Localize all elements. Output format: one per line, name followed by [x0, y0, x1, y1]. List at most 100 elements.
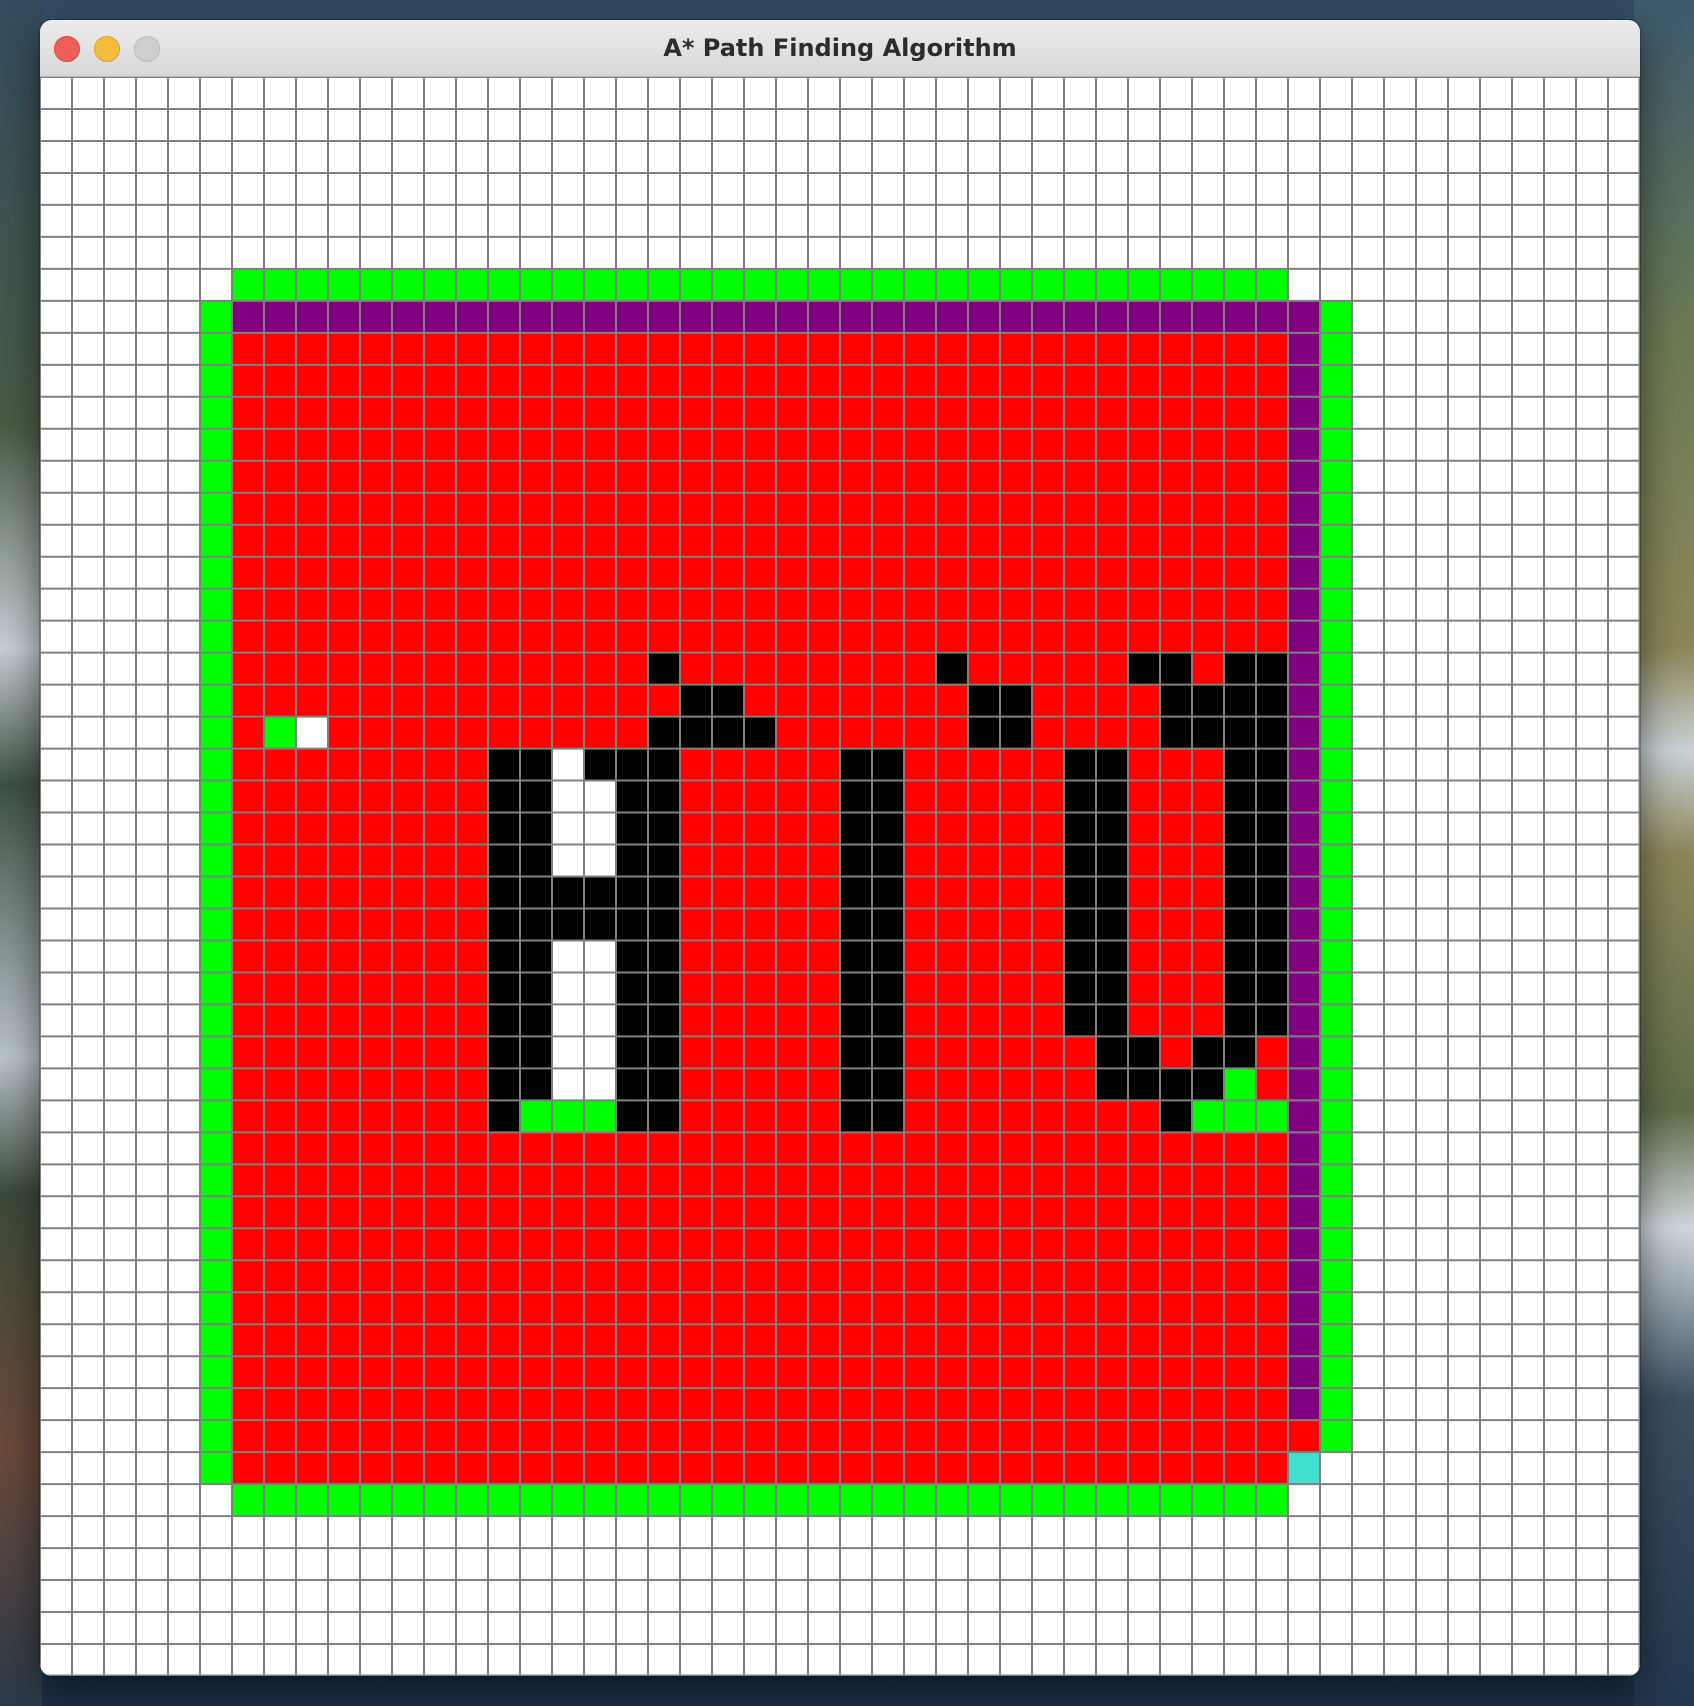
open-cell[interactable] — [1224, 1100, 1257, 1133]
path-cell[interactable] — [392, 300, 425, 334]
closed-cell[interactable] — [424, 812, 457, 846]
closed-cell[interactable] — [1192, 1356, 1225, 1389]
closed-cell[interactable] — [424, 876, 457, 909]
open-cell[interactable] — [360, 268, 393, 302]
barrier-cell[interactable] — [488, 1068, 521, 1101]
closed-cell[interactable] — [840, 460, 873, 494]
closed-cell[interactable] — [904, 556, 937, 590]
closed-cell[interactable] — [456, 1292, 489, 1325]
closed-cell[interactable] — [1224, 1260, 1257, 1293]
open-cell[interactable] — [904, 268, 937, 302]
closed-cell[interactable] — [968, 908, 1001, 941]
path-cell[interactable] — [1288, 428, 1321, 462]
barrier-cell[interactable] — [872, 1004, 905, 1037]
closed-cell[interactable] — [712, 1132, 745, 1165]
closed-cell[interactable] — [1224, 1228, 1257, 1261]
barrier-cell[interactable] — [584, 908, 617, 941]
open-cell[interactable] — [1320, 1196, 1353, 1229]
closed-cell[interactable] — [1128, 1388, 1161, 1421]
closed-cell[interactable] — [424, 1004, 457, 1037]
open-cell[interactable] — [328, 1484, 361, 1517]
closed-cell[interactable] — [264, 428, 297, 462]
closed-cell[interactable] — [968, 1292, 1001, 1325]
closed-cell[interactable] — [616, 396, 649, 430]
closed-cell[interactable] — [1096, 524, 1129, 558]
barrier-cell[interactable] — [616, 908, 649, 941]
closed-cell[interactable] — [456, 332, 489, 366]
closed-cell[interactable] — [1128, 1164, 1161, 1197]
closed-cell[interactable] — [296, 1420, 329, 1453]
closed-cell[interactable] — [904, 1004, 937, 1037]
barrier-cell[interactable] — [840, 876, 873, 909]
closed-cell[interactable] — [744, 844, 777, 877]
closed-cell[interactable] — [232, 1324, 265, 1357]
closed-cell[interactable] — [232, 1292, 265, 1325]
closed-cell[interactable] — [392, 940, 425, 973]
closed-cell[interactable] — [648, 1388, 681, 1421]
closed-cell[interactable] — [712, 1228, 745, 1261]
closed-cell[interactable] — [328, 908, 361, 941]
closed-cell[interactable] — [360, 1356, 393, 1389]
barrier-cell[interactable] — [1256, 748, 1289, 782]
path-cell[interactable] — [808, 300, 841, 334]
closed-cell[interactable] — [872, 1228, 905, 1261]
closed-cell[interactable] — [328, 876, 361, 909]
open-cell[interactable] — [808, 1484, 841, 1517]
path-cell[interactable] — [1128, 300, 1161, 334]
closed-cell[interactable] — [680, 1196, 713, 1229]
closed-cell[interactable] — [744, 1196, 777, 1229]
closed-cell[interactable] — [744, 652, 777, 686]
closed-cell[interactable] — [936, 1420, 969, 1453]
barrier-cell[interactable] — [648, 780, 681, 814]
closed-cell[interactable] — [968, 1004, 1001, 1037]
closed-cell[interactable] — [1192, 1292, 1225, 1325]
closed-cell[interactable] — [840, 1388, 873, 1421]
closed-cell[interactable] — [680, 1260, 713, 1293]
closed-cell[interactable] — [424, 524, 457, 558]
open-cell[interactable] — [200, 940, 233, 973]
closed-cell[interactable] — [1032, 1228, 1065, 1261]
open-cell[interactable] — [840, 1484, 873, 1517]
open-cell[interactable] — [1224, 1068, 1257, 1101]
closed-cell[interactable] — [680, 1068, 713, 1101]
closed-cell[interactable] — [1032, 1004, 1065, 1037]
closed-cell[interactable] — [296, 1068, 329, 1101]
closed-cell[interactable] — [456, 748, 489, 782]
barrier-cell[interactable] — [840, 1100, 873, 1133]
closed-cell[interactable] — [488, 460, 521, 494]
closed-cell[interactable] — [776, 1452, 809, 1485]
closed-cell[interactable] — [904, 812, 937, 846]
closed-cell[interactable] — [296, 1004, 329, 1037]
closed-cell[interactable] — [744, 876, 777, 909]
closed-cell[interactable] — [1224, 556, 1257, 590]
open-cell[interactable] — [1320, 1292, 1353, 1325]
path-cell[interactable] — [1288, 844, 1321, 877]
closed-cell[interactable] — [392, 748, 425, 782]
closed-cell[interactable] — [456, 684, 489, 718]
closed-cell[interactable] — [1000, 1164, 1033, 1197]
closed-cell[interactable] — [232, 396, 265, 430]
closed-cell[interactable] — [552, 460, 585, 494]
path-cell[interactable] — [936, 300, 969, 334]
closed-cell[interactable] — [776, 524, 809, 558]
closed-cell[interactable] — [808, 1164, 841, 1197]
path-cell[interactable] — [1288, 1068, 1321, 1101]
closed-cell[interactable] — [968, 524, 1001, 558]
closed-cell[interactable] — [520, 588, 553, 622]
closed-cell[interactable] — [1160, 940, 1193, 973]
closed-cell[interactable] — [648, 588, 681, 622]
closed-cell[interactable] — [648, 396, 681, 430]
closed-cell[interactable] — [712, 812, 745, 846]
closed-cell[interactable] — [296, 940, 329, 973]
closed-cell[interactable] — [360, 364, 393, 398]
closed-cell[interactable] — [488, 1196, 521, 1229]
closed-cell[interactable] — [808, 1036, 841, 1069]
closed-cell[interactable] — [1000, 1420, 1033, 1453]
closed-cell[interactable] — [1256, 1068, 1289, 1101]
open-cell[interactable] — [648, 268, 681, 302]
closed-cell[interactable] — [360, 684, 393, 718]
closed-cell[interactable] — [1192, 748, 1225, 782]
open-cell[interactable] — [1160, 1484, 1193, 1517]
closed-cell[interactable] — [1192, 588, 1225, 622]
closed-cell[interactable] — [712, 620, 745, 654]
